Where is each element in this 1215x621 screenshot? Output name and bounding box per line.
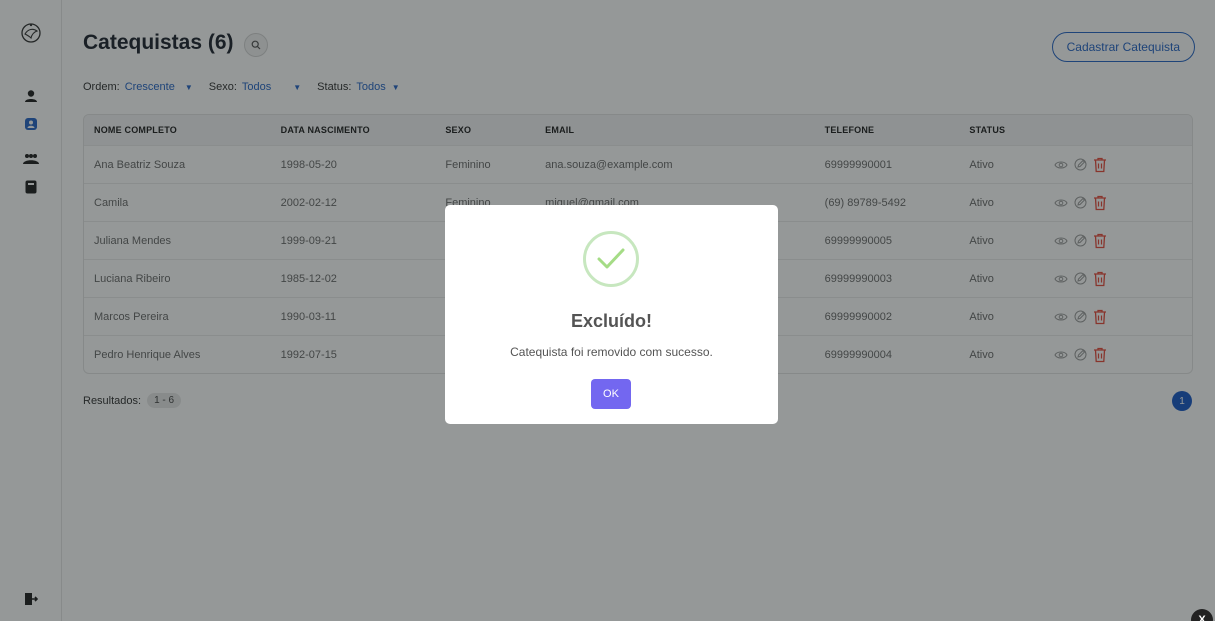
success-dialog: Excluído! Catequista foi removido com su… xyxy=(445,205,778,424)
success-check-icon xyxy=(583,231,639,287)
ok-button[interactable]: OK xyxy=(591,379,631,409)
dialog-title: Excluído! xyxy=(570,311,652,331)
dialog-message: Catequista foi removido com sucesso. xyxy=(510,345,713,359)
